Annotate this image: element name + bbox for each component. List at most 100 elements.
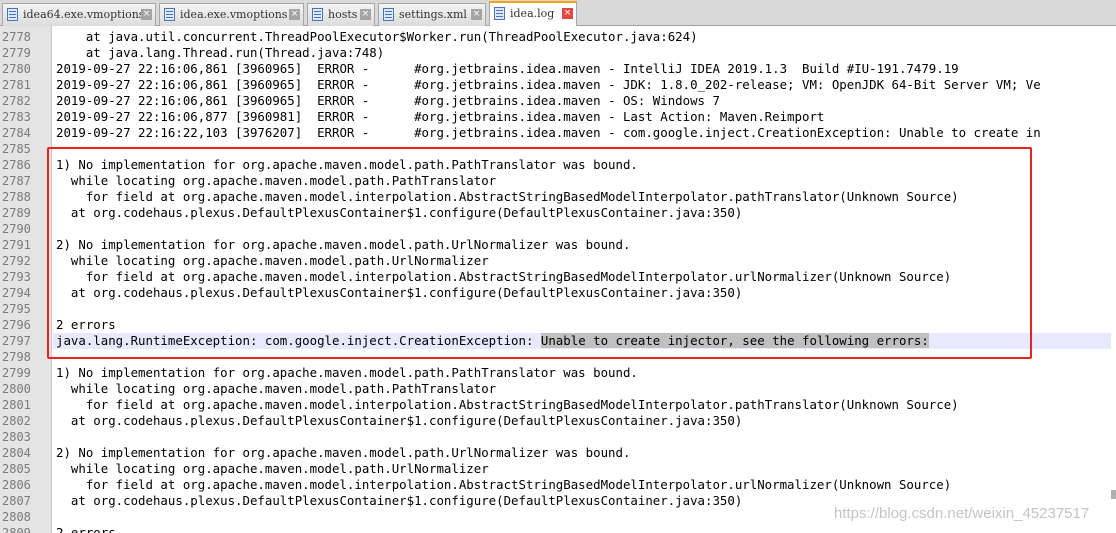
tab-label: idea64.exe.vmoptions (23, 8, 145, 21)
close-icon[interactable]: × (562, 8, 573, 19)
line-number: 2800 (2, 382, 31, 396)
editor-line[interactable]: 2803 (0, 429, 1116, 445)
editor-text-area[interactable]: 2778 at java.util.concurrent.ThreadPoolE… (0, 26, 1116, 533)
line-text: 2) No implementation for org.apache.mave… (56, 445, 630, 461)
editor-line[interactable]: 2798 (0, 349, 1116, 365)
line-number: 2801 (2, 398, 31, 412)
file-icon (7, 8, 18, 21)
line-number: 2809 (2, 526, 31, 533)
close-icon[interactable]: × (289, 9, 300, 20)
tab-idea-log[interactable]: idea.log × (489, 1, 577, 26)
line-text: at org.codehaus.plexus.DefaultPlexusCont… (56, 285, 742, 301)
line-number: 2778 (2, 30, 31, 44)
line-text: 2 errors (56, 525, 116, 533)
tab-label: idea.exe.vmoptions (180, 8, 288, 21)
line-content: for field at org.apache.maven.model.inte… (56, 269, 952, 284)
line-text: for field at org.apache.maven.model.inte… (56, 189, 959, 205)
editor-line[interactable]: 2800 while locating org.apache.maven.mod… (0, 381, 1116, 397)
line-text: 2019-09-27 22:16:06,877 [3960981] ERROR … (56, 109, 824, 125)
line-text: 2019-09-27 22:16:06,861 [3960965] ERROR … (56, 77, 1041, 93)
line-text: at java.util.concurrent.ThreadPoolExecut… (56, 29, 698, 45)
line-content: while locating org.apache.maven.model.pa… (56, 173, 497, 188)
line-text: 2019-09-27 22:16:06,861 [3960965] ERROR … (56, 61, 959, 77)
editor-line[interactable]: 2785 (0, 141, 1116, 157)
editor-line[interactable]: 2802 at org.codehaus.plexus.DefaultPlexu… (0, 413, 1116, 429)
editor-line[interactable]: 2781 2019-09-27 22:16:06,861 [3960965] ER… (0, 77, 1116, 93)
editor-line[interactable]: 2788 for field at org.apache.maven.model… (0, 189, 1116, 205)
editor-line[interactable]: 2792 while locating org.apache.maven.mod… (0, 253, 1116, 269)
line-number: 2806 (2, 478, 31, 492)
editor-line[interactable]: 2793 for field at org.apache.maven.model… (0, 269, 1116, 285)
editor-line[interactable]: 2782 2019-09-27 22:16:06,861 [3960965] ER… (0, 93, 1116, 109)
editor-line[interactable]: 2780 2019-09-27 22:16:06,861 [3960965] ER… (0, 61, 1116, 77)
line-content: at java.lang.Thread.run(Thread.java:748) (56, 45, 385, 60)
editor-line[interactable]: 2778 at java.util.concurrent.ThreadPoolE… (0, 29, 1116, 45)
editor-line[interactable]: 2795 (0, 301, 1116, 317)
editor-line[interactable]: 2799 1) No implementation for org.apache.… (0, 365, 1116, 381)
line-text: 2 errors (56, 317, 116, 333)
line-content: 2019-09-27 22:16:22,103 [3976207] ERROR … (56, 125, 1041, 140)
line-number: 2787 (2, 174, 31, 188)
editor-line[interactable]: 2786 1) No implementation for org.apache.… (0, 157, 1116, 173)
line-text: at org.codehaus.plexus.DefaultPlexusCont… (56, 413, 742, 429)
line-content: 2) No implementation for org.apache.mave… (56, 237, 631, 252)
line-number: 2793 (2, 270, 31, 284)
close-icon[interactable]: × (360, 9, 371, 20)
line-number: 2789 (2, 206, 31, 220)
line-text: at java.lang.Thread.run(Thread.java:748) (56, 45, 384, 61)
line-content: java.lang.RuntimeException: com.google.i… (56, 333, 541, 348)
tab-idea64-vmoptions[interactable]: idea64.exe.vmoptions × (2, 3, 156, 26)
line-number: 2799 (2, 366, 31, 380)
line-content: 2019-09-27 22:16:06,861 [3960965] ERROR … (56, 77, 1041, 92)
editor-line[interactable]: 2783 2019-09-27 22:16:06,877 [3960981] ER… (0, 109, 1116, 125)
line-content: 1) No implementation for org.apache.mave… (56, 157, 638, 172)
editor-line[interactable]: 2806 for field at org.apache.maven.model… (0, 477, 1116, 493)
editor-line[interactable]: 2784 2019-09-27 22:16:22,103 [3976207] ER… (0, 125, 1116, 141)
line-content: for field at org.apache.maven.model.inte… (56, 477, 952, 492)
editor-line[interactable]: 2797 java.lang.RuntimeException: com.goog… (0, 333, 1116, 349)
line-text: java.lang.RuntimeException: com.google.i… (56, 333, 929, 349)
line-number: 2790 (2, 222, 31, 236)
scrollbar-marker[interactable] (1111, 490, 1116, 499)
editor-line[interactable]: 2787 while locating org.apache.maven.mod… (0, 173, 1116, 189)
line-number: 2781 (2, 78, 31, 92)
line-content: at org.codehaus.plexus.DefaultPlexusCont… (56, 493, 743, 508)
tab-settings-xml[interactable]: settings.xml × (378, 3, 486, 26)
line-number: 2785 (2, 142, 31, 156)
tab-hosts[interactable]: hosts × (307, 3, 375, 26)
tab-label: hosts (328, 8, 358, 21)
editor-line[interactable]: 2804 2) No implementation for org.apache.… (0, 445, 1116, 461)
line-number: 2791 (2, 238, 31, 252)
line-content: while locating org.apache.maven.model.pa… (56, 461, 489, 476)
line-number: 2780 (2, 62, 31, 76)
line-number: 2797 (2, 334, 31, 348)
line-content: while locating org.apache.maven.model.pa… (56, 253, 489, 268)
editor-line[interactable]: 2805 while locating org.apache.maven.mod… (0, 461, 1116, 477)
editor-line[interactable]: 2789 at org.codehaus.plexus.DefaultPlexu… (0, 205, 1116, 221)
line-content: at org.codehaus.plexus.DefaultPlexusCont… (56, 413, 743, 428)
line-number: 2783 (2, 110, 31, 124)
line-content: 2) No implementation for org.apache.mave… (56, 445, 631, 460)
line-text: 2019-09-27 22:16:22,103 [3976207] ERROR … (56, 125, 1041, 141)
tab-idea-vmoptions[interactable]: idea.exe.vmoptions × (159, 3, 304, 26)
close-icon[interactable]: × (141, 9, 152, 20)
editor-line[interactable]: 2796 2 errors (0, 317, 1116, 333)
editor-line[interactable]: 2794 at org.codehaus.plexus.DefaultPlexu… (0, 285, 1116, 301)
editor-line[interactable]: 2779 at java.lang.Thread.run(Thread.java… (0, 45, 1116, 61)
line-text: 2) No implementation for org.apache.mave… (56, 237, 630, 253)
line-text: 1) No implementation for org.apache.mave… (56, 365, 638, 381)
editor-line[interactable]: 2791 2) No implementation for org.apache.… (0, 237, 1116, 253)
editor-line[interactable]: 2809 2 errors (0, 525, 1116, 533)
line-content: 2 errors (56, 317, 116, 332)
editor-line[interactable]: 2801 for field at org.apache.maven.model… (0, 397, 1116, 413)
line-content: for field at org.apache.maven.model.inte… (56, 189, 959, 204)
line-text: while locating org.apache.maven.model.pa… (56, 173, 496, 189)
line-text: for field at org.apache.maven.model.inte… (56, 397, 959, 413)
line-number: 2786 (2, 158, 31, 172)
editor-line[interactable]: 2790 (0, 221, 1116, 237)
close-icon[interactable]: × (471, 9, 482, 20)
watermark-text: https://blog.csdn.net/weixin_45237517 (834, 505, 1090, 522)
line-text: at org.codehaus.plexus.DefaultPlexusCont… (56, 493, 742, 509)
line-number: 2802 (2, 414, 31, 428)
line-text: while locating org.apache.maven.model.pa… (56, 461, 489, 477)
